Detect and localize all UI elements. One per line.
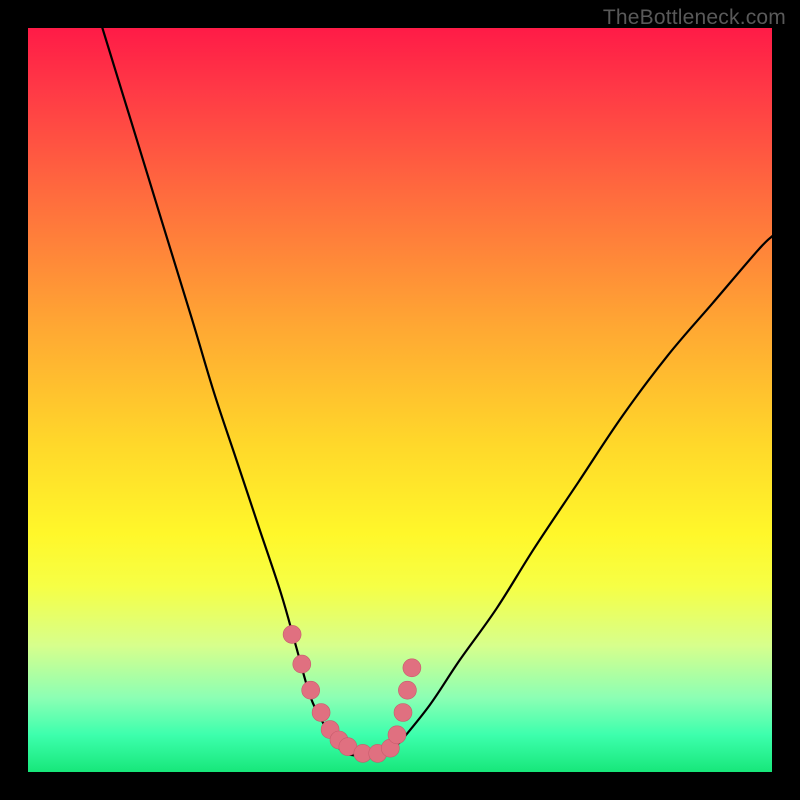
marker-group [283,625,421,762]
branding-text: TheBottleneck.com [603,6,786,30]
marker-dot [388,726,406,744]
marker-dot [312,704,330,722]
curve-right-branch [400,236,772,742]
marker-dot [398,681,416,699]
marker-dot [293,655,311,673]
curve-left-branch [102,28,325,727]
marker-dot [403,659,421,677]
chart-svg [28,28,772,772]
outer-frame: TheBottleneck.com [0,0,800,800]
marker-dot [394,704,412,722]
marker-dot [302,681,320,699]
plot-area [28,28,772,772]
marker-dot [283,625,301,643]
